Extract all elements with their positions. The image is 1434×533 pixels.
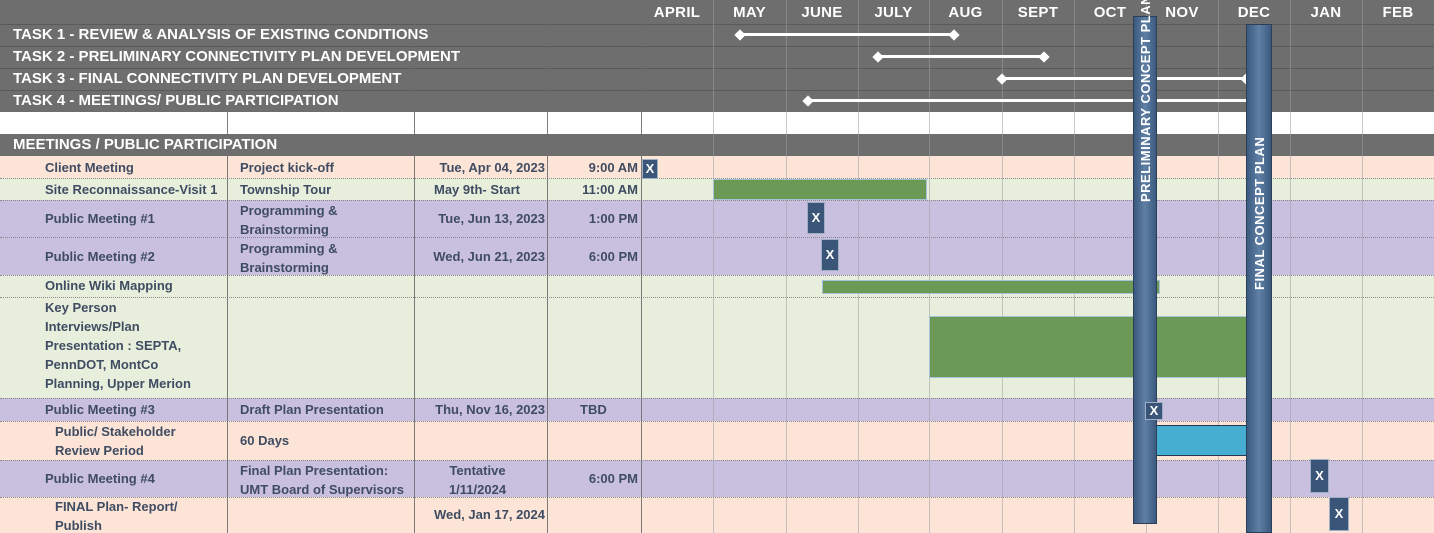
row-time: 11:00 AM <box>582 182 638 197</box>
month-divider <box>1362 0 1363 533</box>
row-name: Key Person Interviews/Plan Presentation … <box>45 300 191 391</box>
preliminary-concept-plan-label: PRELIMINARY CONCEPT PLAN <box>1138 0 1153 202</box>
row-name: Client Meeting <box>45 160 134 175</box>
site-visit-duration-bar <box>713 179 927 200</box>
task-2-timeline <box>878 55 1044 58</box>
row-description: Programming & Brainstorming <box>240 203 338 237</box>
row-description: Township Tour <box>240 182 332 197</box>
month-april: APRIL <box>653 4 701 21</box>
column-divider <box>641 0 642 533</box>
row-name: Public Meeting #3 <box>45 402 155 417</box>
row-date: Wed, Jan 17, 2024 <box>433 507 545 522</box>
month-divider <box>786 0 787 533</box>
milestone-x-marker: X <box>807 202 825 234</box>
milestone-x-marker: X <box>821 239 839 271</box>
gantt-schedule: APRIL MAY JUNE JULY AUG SEPT OCT NOV DEC… <box>0 0 1434 533</box>
month-divider <box>1290 0 1291 533</box>
task-2-label: TASK 2 - PRELIMINARY CONNECTIVITY PLAN D… <box>13 48 460 65</box>
month-divider <box>713 0 714 533</box>
wiki-mapping-duration-bar <box>822 280 1160 294</box>
milestone-x-marker: X <box>1329 497 1349 531</box>
month-aug: AUG <box>948 4 983 21</box>
row-time: TBD <box>580 402 607 417</box>
milestone-x-marker: X <box>642 159 658 179</box>
task-4-timeline <box>808 99 1256 102</box>
milestone-x-marker: X <box>1145 402 1163 420</box>
final-concept-plan-bar: FINAL CONCEPT PLAN <box>1246 24 1272 533</box>
row-time: 6:00 PM <box>588 471 638 486</box>
row-name: Public Meeting #1 <box>45 211 155 226</box>
row-name: Public Meeting #2 <box>45 249 155 264</box>
month-divider <box>929 0 930 533</box>
final-concept-plan-label: FINAL CONCEPT PLAN <box>1252 136 1267 290</box>
task-1-label: TASK 1 - REVIEW & ANALYSIS OF EXISTING C… <box>13 26 429 43</box>
task-3-label: TASK 3 - FINAL CONNECTIVITY PLAN DEVELOP… <box>13 70 402 87</box>
row-description: Programming & Brainstorming <box>240 241 338 275</box>
month-divider <box>858 0 859 533</box>
row-date: Tue, Jun 13, 2023 <box>438 211 545 226</box>
row-date: Tentative 1/11/2024 <box>448 463 507 497</box>
row-name: Online Wiki Mapping <box>45 278 173 293</box>
row-name: Public Meeting #4 <box>45 471 155 486</box>
row-description: Project kick-off <box>240 160 334 175</box>
month-jan: JAN <box>1310 4 1342 21</box>
month-dec: DEC <box>1237 4 1271 21</box>
task-1-timeline <box>740 33 954 36</box>
row-time: 1:00 PM <box>588 211 638 226</box>
row-description: Draft Plan Presentation <box>240 402 384 417</box>
row-time: 9:00 AM <box>588 160 638 175</box>
section-header: MEETINGS / PUBLIC PARTICIPATION <box>13 136 278 153</box>
column-divider <box>414 0 415 533</box>
task-3-timeline <box>1002 77 1246 80</box>
task-4-label: TASK 4 - MEETINGS/ PUBLIC PARTICIPATION <box>13 92 339 109</box>
month-may: MAY <box>733 4 766 21</box>
row-name: FINAL Plan- Report/ Publish <box>55 499 178 533</box>
review-period-duration-bar <box>1152 425 1258 456</box>
row-time: 6:00 PM <box>588 249 638 264</box>
milestone-x-marker: X <box>1310 459 1329 493</box>
month-feb: FEB <box>1382 4 1414 21</box>
column-divider <box>547 0 548 533</box>
month-sept: SEPT <box>1017 4 1059 21</box>
row-date: Thu, Nov 16, 2023 <box>435 402 545 417</box>
month-july: JULY <box>874 4 913 21</box>
row-description: 60 Days <box>240 433 290 448</box>
row-description: Final Plan Presentation: UMT Board of Su… <box>240 463 404 497</box>
row-date: Tue, Apr 04, 2023 <box>439 160 546 175</box>
row-date: May 9th- Start <box>434 182 520 197</box>
row-name: Public/ Stakeholder Review Period <box>55 424 176 458</box>
preliminary-concept-plan-bar: PRELIMINARY CONCEPT PLAN <box>1133 0 1157 524</box>
month-june: JUNE <box>801 4 843 21</box>
row-name: Site Reconnaissance-Visit 1 <box>45 182 218 197</box>
interviews-duration-bar <box>929 316 1258 378</box>
row-date: Wed, Jun 21, 2023 <box>433 249 545 264</box>
